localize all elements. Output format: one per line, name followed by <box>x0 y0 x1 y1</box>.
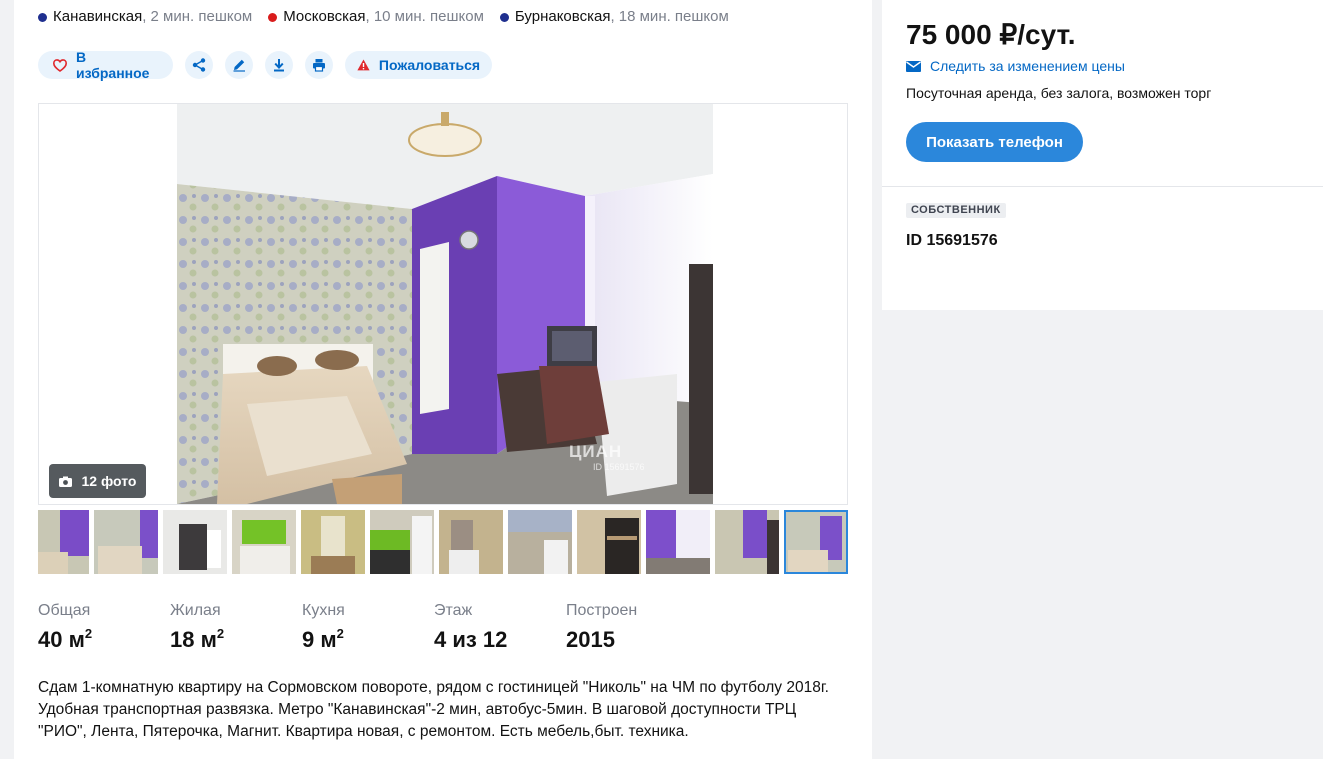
owner-id: ID 15691576 <box>906 232 998 249</box>
envelope-icon <box>906 60 921 72</box>
thumbnail-active[interactable] <box>784 510 848 574</box>
param-value: 18 м2 <box>170 626 225 652</box>
thumbnail[interactable] <box>232 510 296 574</box>
param-value: 40 м2 <box>38 626 93 652</box>
photo-gallery[interactable]: ЦИАН ID 15691576 12 фото <box>38 103 848 505</box>
bedroom-photo <box>177 104 713 504</box>
download-icon <box>272 58 286 72</box>
watermark-id: ID 15691576 <box>593 462 645 472</box>
edit-button[interactable] <box>225 51 253 79</box>
metro-stations: Канавинская , 2 мин. пешком Московская ,… <box>38 7 745 27</box>
metro-station-name: Канавинская <box>53 8 143 25</box>
param-label: Построен <box>566 602 638 619</box>
sidebar-divider <box>882 186 1323 187</box>
param-living-area: Жилая 18 м2 <box>170 601 302 654</box>
photo-count-label: 12 фото <box>81 473 137 489</box>
param-value: 4 из 12 <box>434 627 508 652</box>
param-floor: Этаж 4 из 12 <box>434 601 566 654</box>
show-phone-button[interactable]: Показать телефон <box>906 122 1083 162</box>
complain-button[interactable]: Пожаловаться <box>345 51 492 79</box>
print-icon <box>312 58 326 72</box>
thumbnail[interactable] <box>439 510 503 574</box>
warning-icon <box>357 59 370 71</box>
watch-price-link[interactable]: Следить за изменением цены <box>906 58 1125 74</box>
param-total-area: Общая 40 м2 <box>38 601 170 654</box>
param-label: Этаж <box>434 602 473 619</box>
owner-badge: СОБСТВЕННИК <box>906 203 1006 218</box>
thumbnail[interactable] <box>715 510 779 574</box>
watermark-brand: ЦИАН <box>569 442 623 461</box>
download-button[interactable] <box>265 51 293 79</box>
thumbnail[interactable] <box>38 510 89 574</box>
rent-terms: Посуточная аренда, без залога, возможен … <box>906 85 1212 101</box>
metro-station-distance: , 18 мин. пешком <box>610 8 729 25</box>
listing-actions: В избранное Пожаловаться <box>38 49 492 81</box>
metro-station[interactable]: Канавинская , 2 мин. пешком <box>38 7 252 27</box>
share-icon <box>192 58 206 72</box>
thumbnail[interactable] <box>646 510 710 574</box>
metro-station-distance: , 10 мин. пешком <box>365 8 484 25</box>
param-value: 9 м2 <box>302 626 344 652</box>
param-label: Жилая <box>170 602 221 619</box>
listing-description: Сдам 1-комнатную квартиру на Сормовском … <box>38 679 829 740</box>
metro-station-name: Бурнаковская <box>514 8 611 25</box>
camera-icon <box>58 476 72 487</box>
watch-price-label: Следить за изменением цены <box>930 58 1125 74</box>
param-built-year: Построен 2015 <box>566 601 698 654</box>
pencil-icon <box>232 58 246 72</box>
photo-count-badge[interactable]: 12 фото <box>49 464 146 498</box>
param-kitchen-area: Кухня 9 м2 <box>302 601 434 654</box>
thumbnail[interactable] <box>370 510 434 574</box>
price: 75 000 ₽/сут. <box>906 19 1076 50</box>
favorite-button[interactable]: В избранное <box>38 49 173 81</box>
thumbnail[interactable] <box>301 510 365 574</box>
param-value: 2015 <box>566 627 615 652</box>
param-label: Общая <box>38 602 91 619</box>
thumbnail[interactable] <box>577 510 641 574</box>
listing-sidebar: 75 000 ₽/сут. Следить за изменением цены… <box>882 0 1323 310</box>
thumbnail[interactable] <box>94 510 158 574</box>
complain-label: Пожаловаться <box>378 57 481 73</box>
metro-line-dot <box>499 12 509 22</box>
metro-line-dot <box>38 12 47 22</box>
metro-station-name: Московская <box>283 8 366 25</box>
share-button[interactable] <box>185 51 213 79</box>
param-label: Кухня <box>302 602 345 619</box>
apartment-params: Общая 40 м2 Жилая 18 м2 Кухня 9 м2 Этаж … <box>38 601 698 654</box>
metro-station-distance: , 2 мин. пешком <box>142 8 253 25</box>
main-photo[interactable]: ЦИАН ID 15691576 <box>177 104 713 504</box>
thumbnail[interactable] <box>508 510 572 574</box>
heart-icon <box>53 58 67 72</box>
metro-station[interactable]: Московская , 10 мин. пешком <box>268 7 484 27</box>
metro-station[interactable]: Бурнаковская , 18 мин. пешком <box>499 7 729 27</box>
metro-line-dot <box>268 12 278 22</box>
favorite-label: В избранное <box>76 49 150 81</box>
print-button[interactable] <box>305 51 333 79</box>
thumbnail[interactable] <box>163 510 227 574</box>
